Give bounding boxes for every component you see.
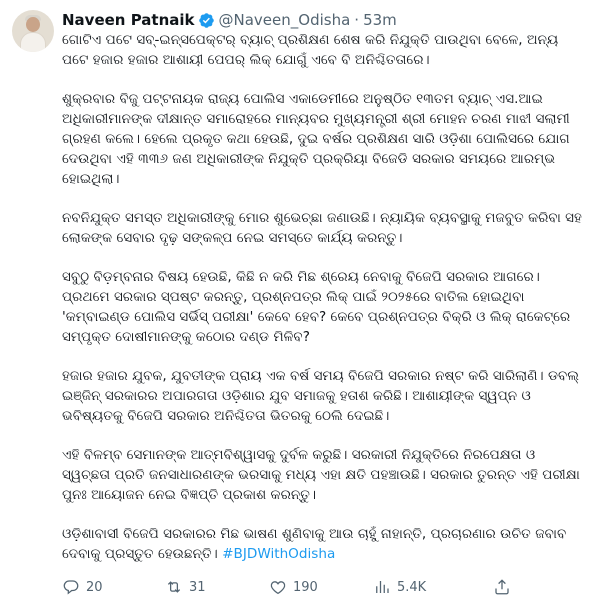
paragraph-6: ଏହି ବିଳମ୍ବ ସେମାନଙ୍କ ଆତ୍ମବିଶ୍ୱାସକୁ ଦୁର୍ବଳ… (62, 447, 580, 503)
repost-button[interactable]: 31 (165, 578, 269, 596)
repost-count: 31 (189, 579, 206, 595)
repost-icon (167, 581, 181, 593)
share-button[interactable] (493, 578, 511, 596)
paragraph-3: ନବନିଯୁକ୍ତ ସମସ୍ତ ଅଧିକାରୀଙ୍କୁ ମୋର ଶୁଭେଚ୍ଛା… (62, 210, 582, 246)
author-handle[interactable]: @Naveen_Odisha (219, 11, 351, 29)
tweet[interactable]: Naveen Patnaik @Naveen_Odisha · 53m ଗୋଟି… (0, 0, 600, 608)
like-count: 190 (293, 579, 318, 595)
paragraph-5: ହଜାର ହଜାର ଯୁବକ, ଯୁବତୀଙ୍କ ପ୍ରାୟ ଏକ ବର୍ଷ ସ… (62, 368, 580, 424)
heart-icon (270, 581, 286, 595)
separator-dot: · (354, 11, 360, 29)
timestamp[interactable]: 53m (363, 11, 397, 29)
avatar-body (20, 32, 46, 52)
paragraph-2: ଶୁକ୍ରବାର ବିଜୁ ପଟ୍ଟନାୟକ ରାଜ୍ୟ ପୋଲିସ ଏକାଡେ… (62, 91, 570, 187)
avatar[interactable] (12, 10, 54, 52)
like-button[interactable]: 190 (269, 578, 373, 596)
reply-button[interactable]: 20 (62, 578, 165, 596)
share-icon (495, 579, 509, 595)
tweet-text: ଗୋଟିଏ ପଟେ ସବ୍-ଇନ୍ସପେକ୍ଟର୍ ବ୍ୟାଚ୍ ପ୍ରଶିକ୍… (62, 30, 586, 564)
views-count: 5.4K (397, 579, 427, 595)
hashtag-link[interactable]: #BJDWithOdisha (222, 546, 335, 562)
author-name[interactable]: Naveen Patnaik (62, 11, 195, 29)
views-button[interactable]: 5.4K (373, 578, 493, 596)
avatar-column (12, 10, 62, 608)
verified-badge-icon (198, 12, 214, 28)
reply-icon (63, 580, 79, 595)
action-bar: 20 31 190 5.4K (62, 576, 582, 598)
tweet-content: Naveen Patnaik @Naveen_Odisha · 53m ଗୋଟି… (62, 10, 586, 608)
reply-count: 20 (86, 579, 103, 595)
paragraph-7: ଓଡ଼ିଶାବାସୀ ବିଜେପି ସରକାରର ମିଛ ଭାଷଣ ଶୁଣିବା… (62, 524, 586, 564)
paragraph-1: ଗୋଟିଏ ପଟେ ସବ୍-ଇନ୍ସପେକ୍ଟର୍ ବ୍ୟାଚ୍ ପ୍ରଶିକ୍… (62, 32, 559, 68)
paragraph-4: ସବୁଠୁ ବିଡ଼ମ୍ବନାର ବିଷୟ ହେଉଛି, କିଛି ନ କରି … (62, 269, 571, 345)
avatar-head (26, 17, 40, 32)
tweet-header: Naveen Patnaik @Naveen_Odisha · 53m (62, 10, 586, 30)
views-chart-icon (376, 581, 389, 593)
